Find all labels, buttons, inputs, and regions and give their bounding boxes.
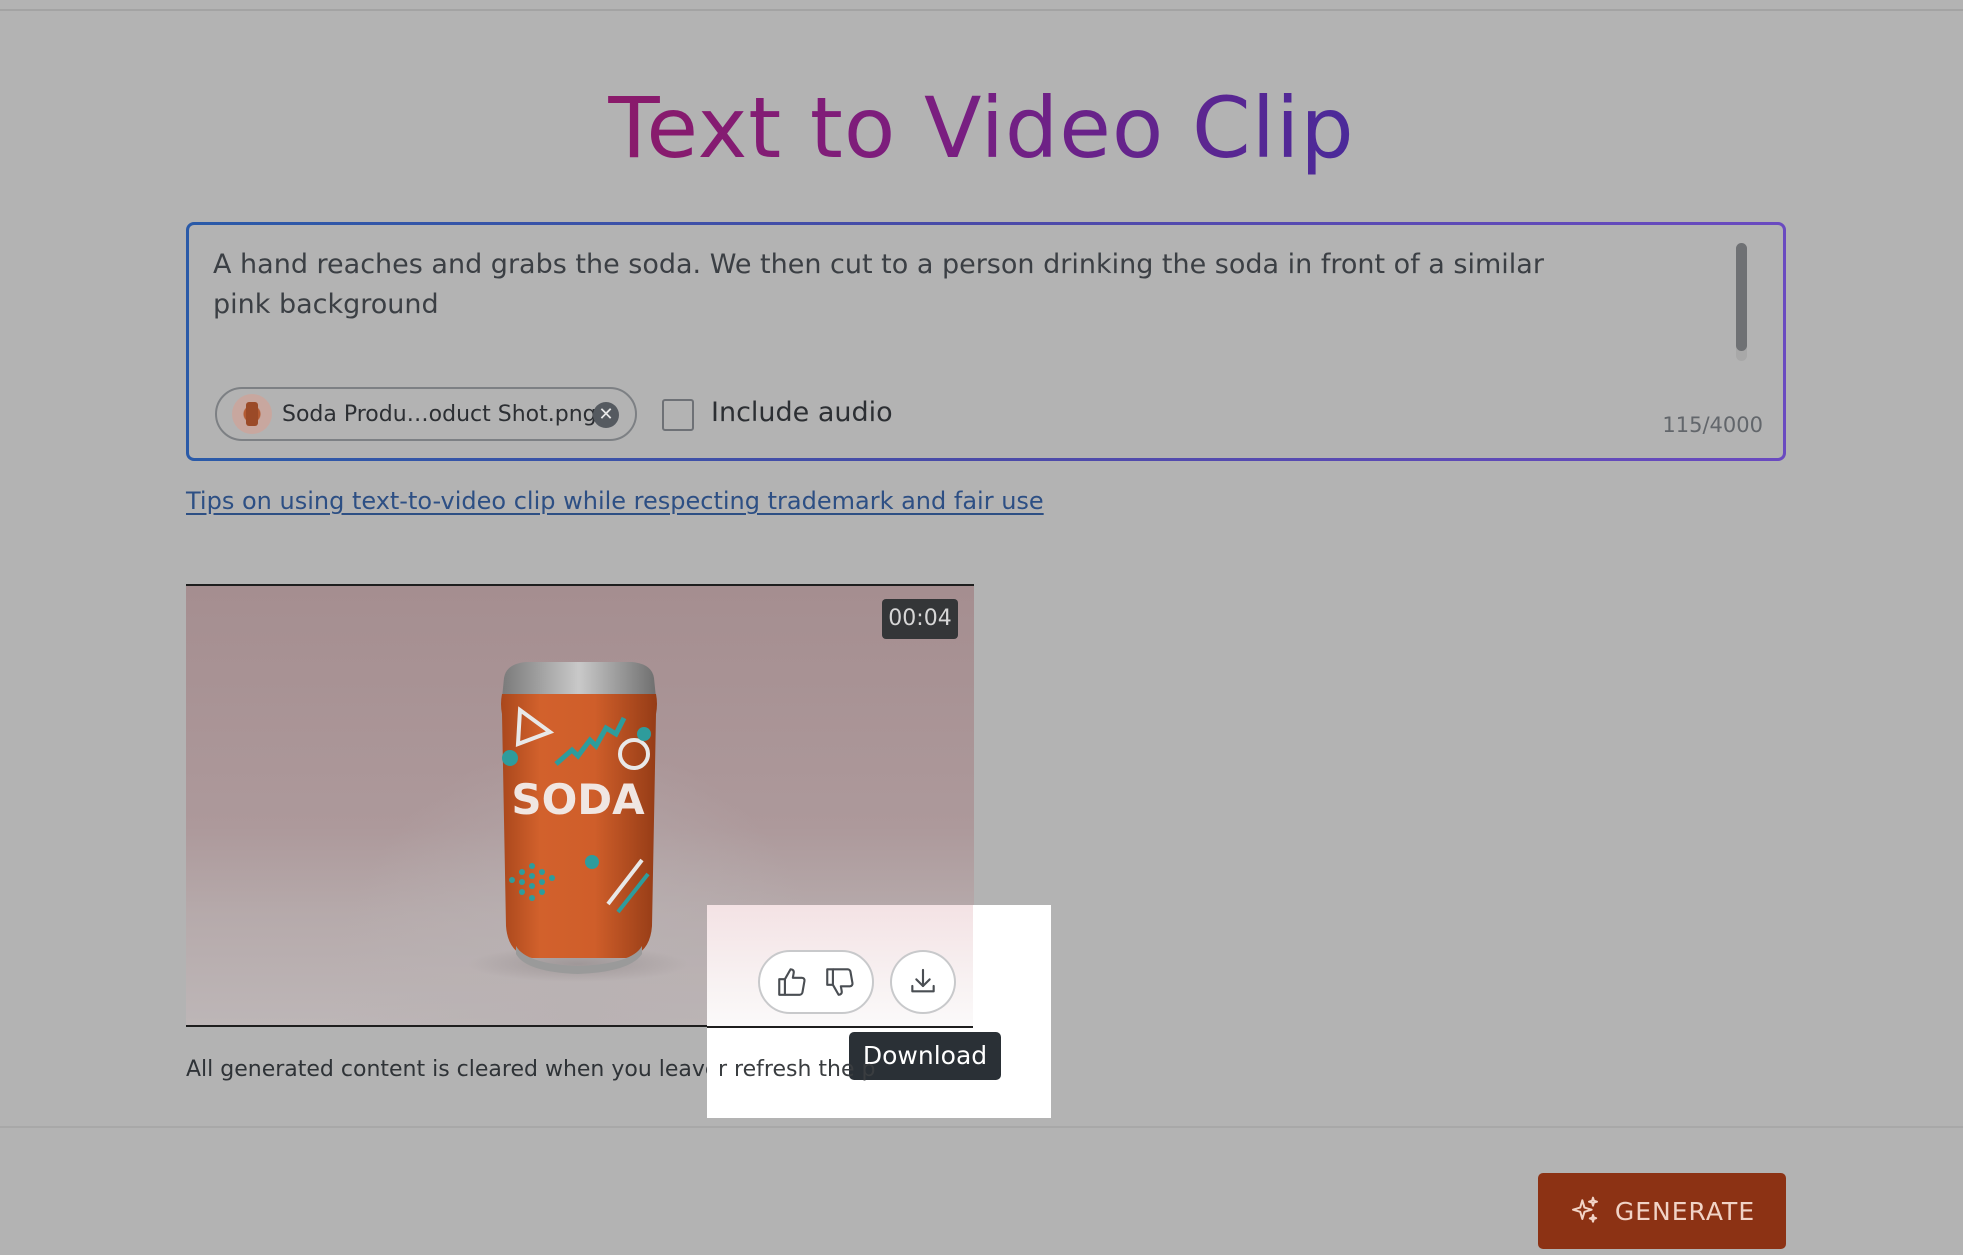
video-actions-overlay: Download xyxy=(707,905,1051,1118)
thumbs-down-icon[interactable] xyxy=(823,965,857,999)
sparkle-icon xyxy=(1571,1196,1598,1223)
download-button[interactable] xyxy=(890,950,956,1014)
can-label: SODA xyxy=(511,775,645,824)
top-divider xyxy=(0,0,1963,11)
attachment-file-name: Soda Produ…oduct Shot.png xyxy=(282,401,597,427)
include-audio-label[interactable]: Include audio xyxy=(711,397,893,428)
generate-label: GENERATE xyxy=(1614,1196,1756,1226)
content-cleared-notice-continued: r refresh the p xyxy=(718,1057,876,1082)
thumbs-up-icon[interactable] xyxy=(775,965,809,999)
soda-can: SODA xyxy=(501,662,657,974)
footer-bar: GENERATE xyxy=(0,1126,1963,1255)
trademark-tips-link[interactable]: Tips on using text-to-video clip while r… xyxy=(186,487,1044,515)
prompt-box[interactable]: A hand reaches and grabs the soda. We th… xyxy=(186,222,1786,461)
generate-button[interactable]: GENERATE xyxy=(1538,1173,1786,1249)
prompt-scrollbar[interactable] xyxy=(1736,243,1747,361)
download-icon xyxy=(911,968,935,993)
include-audio-checkbox[interactable] xyxy=(662,399,694,431)
page-title: Text to Video Clip xyxy=(608,79,1355,177)
attachment-chip[interactable]: Soda Produ…oduct Shot.png ✕ xyxy=(215,387,637,441)
remove-attachment-icon[interactable]: ✕ xyxy=(593,402,619,428)
video-bottom-border xyxy=(707,1026,973,1028)
prompt-textarea[interactable]: A hand reaches and grabs the soda. We th… xyxy=(213,245,1603,325)
rating-buttons xyxy=(758,950,874,1014)
video-duration: 00:04 xyxy=(882,599,958,639)
attachment-thumbnail xyxy=(232,394,272,434)
character-count: 115/4000 xyxy=(1662,413,1763,437)
prompt-scrollbar-thumb[interactable] xyxy=(1736,243,1747,351)
